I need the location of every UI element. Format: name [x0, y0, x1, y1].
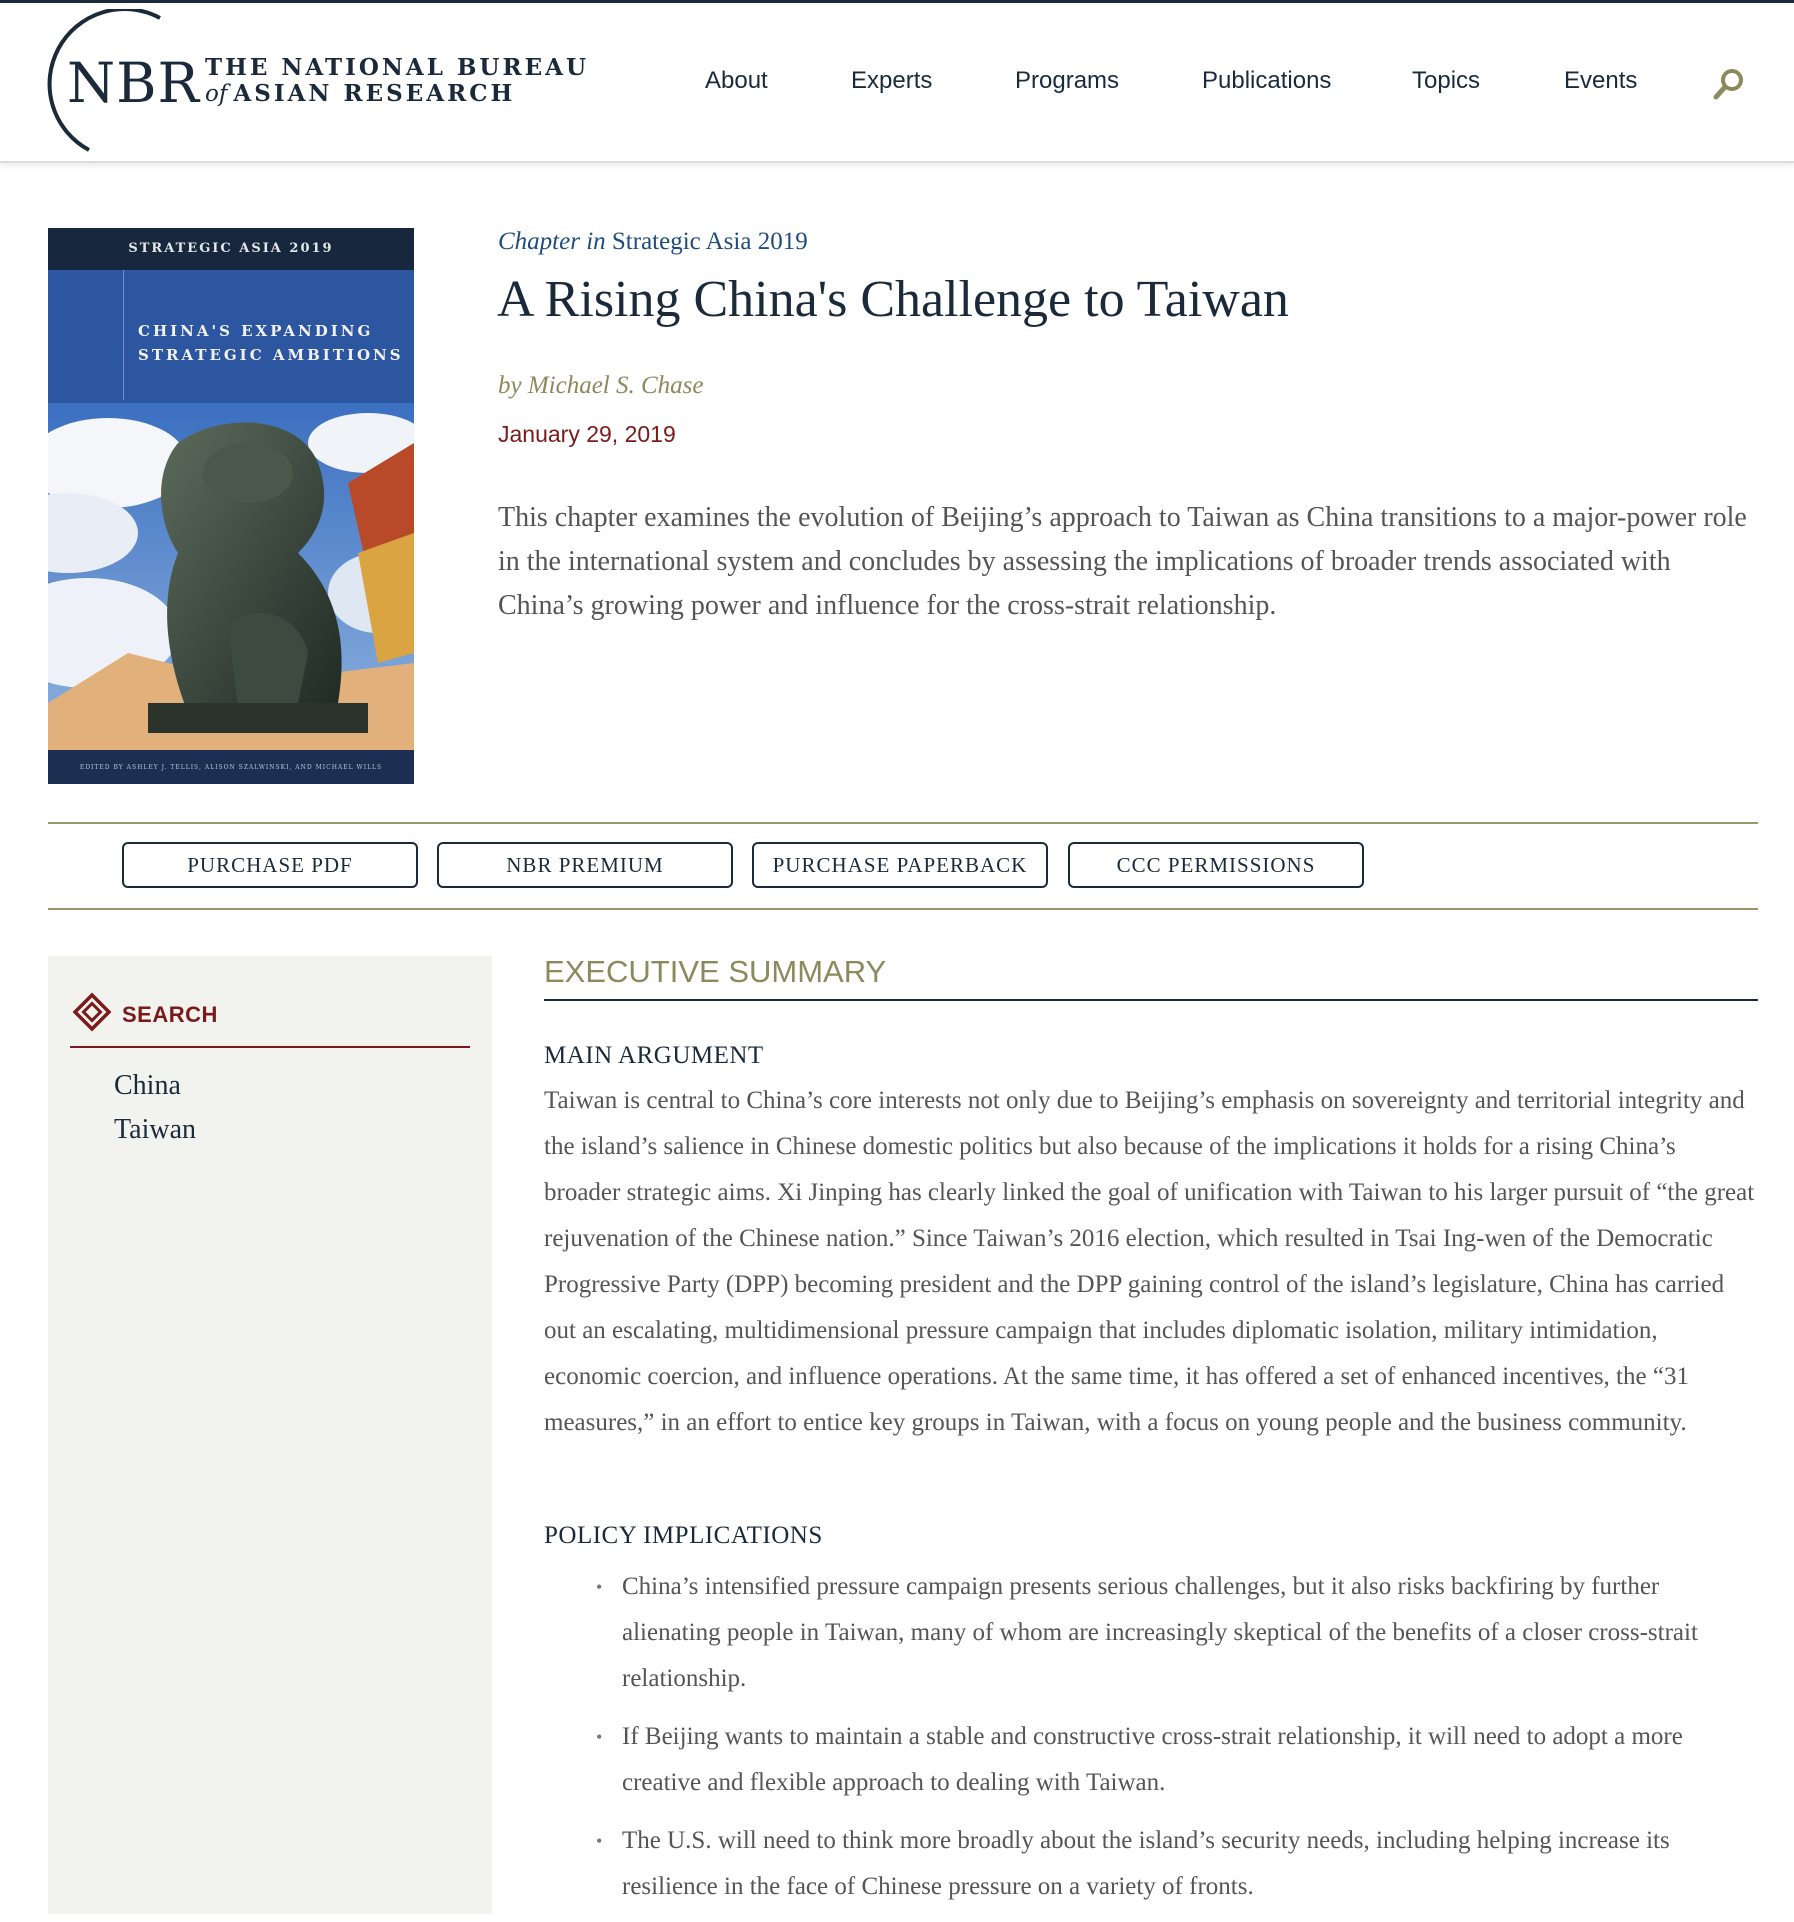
nav-topics[interactable]: Topics	[1412, 67, 1480, 95]
logo-line-2-text: ASIAN RESEARCH	[233, 80, 516, 107]
bullet-icon: •	[596, 1577, 603, 1597]
executive-summary-heading: EXECUTIVE SUMMARY	[544, 954, 887, 989]
main-argument-text: Taiwan is central to China’s core intere…	[544, 1087, 1755, 1436]
logo-abbr: NBR	[67, 51, 200, 115]
nav-publications[interactable]: Publications	[1202, 67, 1331, 95]
action-bar-top-rule	[48, 822, 1758, 824]
list-item: • China’s intensified pressure campaign p…	[544, 1564, 1758, 1702]
action-bar-bottom-rule	[48, 908, 1758, 910]
policy-item-text: China’s intensified pressure campaign pr…	[622, 1573, 1698, 1692]
list-item: • The U.S. will need to think more broadl…	[544, 1818, 1758, 1910]
main-argument-heading: MAIN ARGUMENT	[544, 1042, 764, 1069]
book-link[interactable]: Strategic Asia 2019	[612, 228, 808, 255]
purchase-pdf-button[interactable]: PURCHASE PDF	[122, 842, 418, 888]
sidebar-rule	[70, 1046, 470, 1048]
policy-item-text: If Beijing wants to maintain a stable an…	[622, 1723, 1683, 1796]
sidebar-tag-china[interactable]: China	[114, 1070, 181, 1102]
cover-footer: EDITED BY ASHLEY J. TELLIS, ALISON SZALW…	[48, 750, 414, 784]
nav-events[interactable]: Events	[1564, 67, 1637, 95]
chapter-line: Chapter in Strategic Asia 2019	[498, 228, 808, 256]
executive-summary-rule	[544, 999, 1758, 1001]
ccc-permissions-button[interactable]: CCC PERMISSIONS	[1068, 842, 1364, 888]
publication-date: January 29, 2019	[498, 421, 676, 447]
logo-line-2: of ASIAN RESEARCH	[205, 80, 515, 107]
logo-line-1: THE NATIONAL BUREAU	[205, 54, 589, 81]
author-byline[interactable]: by Michael S. Chase	[498, 372, 704, 400]
chapter-prefix: Chapter in	[498, 228, 606, 255]
sidebar-search-heading: SEARCH	[122, 1002, 218, 1027]
cover-divider	[123, 270, 124, 400]
abstract: This chapter examines the evolution of B…	[498, 502, 1747, 621]
bullet-icon: •	[596, 1831, 603, 1851]
cover-title-line-1: CHINA'S EXPANDING	[138, 322, 374, 340]
policy-item-text: The U.S. will need to think more broadly…	[622, 1827, 1670, 1900]
nav-programs[interactable]: Programs	[1015, 67, 1119, 95]
cover-editors: EDITED BY ASHLEY J. TELLIS, ALISON SZALW…	[79, 764, 383, 771]
sidebar-tag-taiwan[interactable]: Taiwan	[114, 1114, 196, 1146]
cover-series: STRATEGIC ASIA 2019	[128, 241, 334, 256]
page-title: A Rising China's Challenge to Taiwan	[497, 271, 1289, 328]
nbr-logo[interactable]: NBR THE NATIONAL BUREAU of ASIAN RESEARCH	[47, 9, 586, 155]
diamond-icon	[72, 992, 112, 1032]
search-icon	[1713, 69, 1743, 100]
sidebar: SEARCH China Taiwan	[48, 956, 492, 1914]
policy-implications-heading: POLICY IMPLICATIONS	[544, 1522, 823, 1549]
site-header: NBR THE NATIONAL BUREAU of ASIAN RESEARCH…	[0, 3, 1794, 163]
nbr-premium-button[interactable]: NBR PREMIUM	[437, 842, 733, 888]
purchase-paperback-button[interactable]: PURCHASE PAPERBACK	[752, 842, 1048, 888]
nav-about[interactable]: About	[705, 67, 768, 95]
logo-of: of	[205, 81, 228, 107]
policy-implications-list: • China’s intensified pressure campaign p…	[544, 1564, 1758, 1922]
list-item: • If Beijing wants to maintain a stable a…	[544, 1714, 1758, 1806]
search-button[interactable]	[1712, 67, 1746, 101]
cover-title-line-2: STRATEGIC AMBITIONS	[138, 346, 404, 364]
nav-experts[interactable]: Experts	[851, 67, 932, 95]
bullet-icon: •	[596, 1727, 603, 1747]
cover-lion-statue-image	[48, 403, 414, 750]
book-cover[interactable]: STRATEGIC ASIA 2019 CHINA'S EXPANDING ST…	[48, 228, 414, 784]
